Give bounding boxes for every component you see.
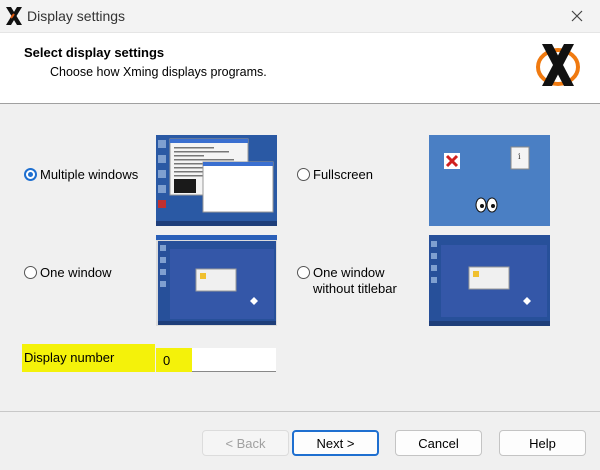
back-button[interactable]: < Back: [202, 430, 289, 456]
close-icon: [571, 10, 583, 22]
option-one-window-no-titlebar[interactable]: One window without titlebar: [297, 265, 397, 297]
display-number-value[interactable]: 0: [163, 353, 170, 368]
option-label: Multiple windows: [40, 167, 139, 182]
display-number-label: Display number: [24, 350, 115, 365]
option-label: One window without titlebar: [313, 265, 397, 297]
preview-fullscreen: i: [429, 135, 550, 226]
xming-logo: [536, 44, 580, 86]
radio-one-window-no-titlebar[interactable]: [297, 266, 310, 279]
option-fullscreen[interactable]: Fullscreen: [297, 167, 373, 183]
wizard-header: Select display settings Choose how Xming…: [0, 33, 600, 104]
title-bar: Display settings: [0, 0, 600, 33]
radio-multiple-windows[interactable]: [24, 168, 37, 181]
close-button[interactable]: [554, 0, 600, 32]
header-subtitle: Choose how Xming displays programs.: [50, 65, 267, 79]
option-one-window[interactable]: One window: [24, 265, 112, 281]
preview-multiple-windows: [156, 135, 277, 226]
option-label: Fullscreen: [313, 167, 373, 182]
display-number-input-highlight: [156, 348, 192, 372]
xming-x-icon: [6, 7, 22, 25]
option-label: One window: [40, 265, 112, 280]
preview-one-window-no-titlebar: [429, 235, 550, 326]
option-label-line1: One window: [313, 265, 385, 280]
cancel-button[interactable]: Cancel: [395, 430, 482, 456]
svg-text:i: i: [518, 152, 521, 161]
preview-one-window: [156, 235, 277, 326]
next-button[interactable]: Next >: [292, 430, 379, 456]
footer-separator: [0, 411, 600, 412]
radio-fullscreen[interactable]: [297, 168, 310, 181]
help-button[interactable]: Help: [499, 430, 586, 456]
option-label-line2: without titlebar: [313, 281, 397, 296]
option-multiple-windows[interactable]: Multiple windows: [24, 167, 138, 183]
radio-one-window[interactable]: [24, 266, 37, 279]
header-title: Select display settings: [24, 45, 165, 60]
window-title: Display settings: [27, 8, 126, 24]
